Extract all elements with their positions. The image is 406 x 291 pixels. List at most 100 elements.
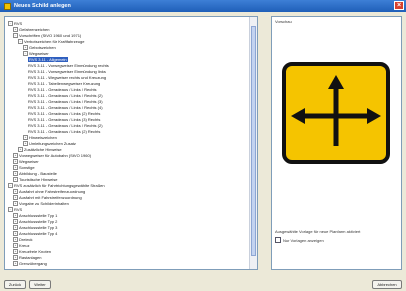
show-templates-checkbox[interactable]: [275, 237, 281, 243]
show-templates-option[interactable]: Nur Vorlagen anzeigen: [275, 237, 324, 243]
expand-icon[interactable]: +: [13, 213, 18, 218]
tree-item[interactable]: + Gebotszeichen: [23, 45, 56, 50]
tree-item[interactable]: RVS 3.11 - Geradeaus / Links (3) Rechts: [28, 117, 100, 122]
tree-item[interactable]: RVS 3.11 - Tabellenwegweiser Kreuzung: [28, 81, 100, 86]
tree-item[interactable]: + Touristische Hinweise: [13, 177, 57, 182]
expand-icon[interactable]: +: [13, 195, 18, 200]
tree-item[interactable]: RVS 3.11 - Geradeaus / Links (2) Rechts: [28, 111, 100, 116]
tree-scrollbar[interactable]: [249, 17, 257, 269]
tree-item-label: Anschlussstelle Typ 1: [19, 213, 58, 218]
tree-item-label: RVS 3.11 - Geradeaus / Links / Rechts (2…: [28, 123, 103, 128]
template-tree[interactable]: − RVS + Gefahrenzeichen − Vorschriften (StVO …: [4, 16, 258, 270]
tree-item[interactable]: RVS 3.11 - Geradeaus / Links / Rechts (3…: [28, 99, 103, 104]
expand-icon[interactable]: +: [18, 147, 23, 152]
tree-item[interactable]: + Sonstige: [13, 165, 35, 170]
expand-icon[interactable]: +: [13, 219, 18, 224]
expand-icon[interactable]: +: [13, 255, 18, 260]
expand-icon[interactable]: +: [13, 231, 18, 236]
tree-item[interactable]: + Zusätzliche Hinweise: [18, 147, 62, 152]
tree-item[interactable]: + Anschlussstelle Typ 2: [13, 219, 57, 224]
expand-icon[interactable]: +: [13, 177, 18, 182]
tree-item[interactable]: + Kreuzfreie Knoten: [13, 249, 51, 254]
tree-item[interactable]: RVS 3.11 - Wegweiser rechts und Kreuzung: [28, 75, 106, 80]
close-button[interactable]: ×: [394, 1, 404, 10]
expand-icon[interactable]: +: [13, 237, 18, 242]
tree-item-label: RVS 3.11 - Vorwegweiser Einmündung recht…: [28, 63, 109, 68]
tree-item[interactable]: + Dreieck: [13, 237, 33, 242]
tree-item[interactable]: + Ausfahrt mit Fahrstreifenzuordnung: [13, 195, 82, 200]
expand-icon[interactable]: +: [13, 243, 18, 248]
collapse-icon[interactable]: −: [8, 21, 13, 26]
expand-icon[interactable]: +: [23, 45, 28, 50]
expand-icon[interactable]: +: [13, 165, 18, 170]
expand-icon[interactable]: +: [23, 141, 28, 146]
tree-item[interactable]: RVS 3.11 - Vorwegweiser Einmündung links: [28, 69, 106, 74]
tree-item[interactable]: − RVS: [8, 21, 22, 26]
tree-item[interactable]: RVS 3.11 - Vorwegweiser Einmündung recht…: [28, 63, 109, 68]
tree-item-label: RVS 3.11 - Geradeaus / Links (2) Rechts: [28, 129, 101, 134]
tree-item[interactable]: RVS 3.11 - Geradeaus / Links / Rechts (2…: [28, 93, 103, 98]
expand-icon[interactable]: +: [13, 171, 18, 176]
tree-item-label: Wegweiser: [19, 159, 39, 164]
collapse-icon[interactable]: −: [8, 207, 13, 212]
tree-item-label: Gebotszeichen: [29, 45, 56, 50]
tree-item-label: Kreuzfreie Knoten: [19, 249, 52, 254]
tree-item-label: Ausfahrt ohne Fahrstreifenzuordnung: [19, 189, 86, 194]
expand-icon[interactable]: +: [13, 261, 18, 266]
tree-item-label: RVS 3.11 - Geradeaus / Links / Rechts (3…: [28, 99, 103, 104]
tree-item[interactable]: − Wegweiser: [23, 51, 49, 56]
tree-item[interactable]: − RVS zusätzlich für Fahrtrichtungsgewähl…: [8, 183, 105, 188]
expand-icon[interactable]: +: [13, 225, 18, 230]
preview-pane: Vorschau Ausgewählte Vorlage für neue Pl…: [271, 16, 402, 270]
tree-item[interactable]: + Wegweiser: [13, 159, 39, 164]
collapse-icon[interactable]: −: [8, 183, 13, 188]
tree-item[interactable]: RVS 3.11 - Allgemein: [28, 57, 68, 62]
tree-item[interactable]: + Vorwegweiser für Autobahn (StVO 1960): [13, 153, 91, 158]
cancel-button[interactable]: Abbrechen: [372, 280, 402, 289]
tree-item[interactable]: + Hinweiszeichen: [23, 135, 57, 140]
scrollbar-thumb[interactable]: [251, 26, 256, 256]
tree-item[interactable]: RVS 3.11 - Geradeaus / Links / Rechts (4…: [28, 105, 103, 110]
expand-icon[interactable]: +: [13, 249, 18, 254]
tree-item[interactable]: RVS 3.11 - Geradeaus / Links / Rechts (2…: [28, 123, 103, 128]
tree-item-label: RVS 3.11 - Geradeaus / Links (2) Rechts: [28, 111, 101, 116]
tree-item-label: Zusätzliche Hinweise: [24, 147, 62, 152]
expand-icon[interactable]: +: [13, 27, 18, 32]
preview-title: Vorschau: [275, 19, 292, 24]
tree-item[interactable]: RVS 3.11 - Geradeaus / Links (2) Rechts: [28, 129, 100, 134]
tree-item[interactable]: − Verbotszeichen für Kraftfahrzeuge: [18, 39, 84, 44]
tree-item[interactable]: + Grenzübergang: [13, 261, 47, 266]
tree-item[interactable]: + Kreuz: [13, 243, 29, 248]
tree-item-label: RVS: [14, 21, 23, 26]
next-button[interactable]: Weiter: [29, 280, 51, 289]
tree-item-label: Anschlussstelle Typ 2: [19, 219, 58, 224]
tree-item[interactable]: RVS 3.11 - Geradeaus / Links / Rechts: [28, 87, 97, 92]
expand-icon[interactable]: +: [13, 159, 18, 164]
tree-item-label: Vorgabe zu Schilderinhalten: [19, 201, 69, 206]
tree-item[interactable]: + Anschlussstelle Typ 1: [13, 213, 57, 218]
expand-icon[interactable]: +: [23, 135, 28, 140]
tree-item[interactable]: + Ausfahrt ohne Fahrstreifenzuordnung: [13, 189, 85, 194]
tree-item[interactable]: − Vorschriften (StVO 1960 und 1971): [13, 33, 81, 38]
tree-item-label: Verbotszeichen für Kraftfahrzeuge: [24, 39, 85, 44]
expand-icon[interactable]: +: [13, 189, 18, 194]
tree-item-label: Vorschriften (StVO 1960 und 1971): [19, 33, 82, 38]
tree-item[interactable]: + Vorgabe zu Schilderinhalten: [13, 201, 69, 206]
tree-item[interactable]: + Umleitungszeichen Zusatz: [23, 141, 76, 146]
collapse-icon[interactable]: −: [23, 51, 28, 56]
tree-item[interactable]: + Abbildung - Baustelle: [13, 171, 57, 176]
collapse-icon[interactable]: −: [18, 39, 23, 44]
expand-icon[interactable]: +: [13, 201, 18, 206]
tree-item-label: RVS 3.11 - Geradeaus / Links (3) Rechts: [28, 117, 101, 122]
preview-caption: Ausgewählte Vorlage für neue Planfarm ak…: [275, 229, 361, 234]
tree-item[interactable]: + Anschlussstelle Typ 4: [13, 231, 57, 236]
tree-item[interactable]: + Anschlussstelle Typ 3: [13, 225, 57, 230]
collapse-icon[interactable]: −: [13, 33, 18, 38]
tree-item[interactable]: + Gefahrenzeichen: [13, 27, 49, 32]
window-title: Neues Schild anlegen: [14, 3, 71, 9]
tree-item[interactable]: + Rastanlagen: [13, 255, 41, 260]
dialog-body: − RVS + Gefahrenzeichen − Vorschriften (StVO …: [0, 12, 406, 291]
tree-item[interactable]: − RVS: [8, 207, 22, 212]
expand-icon[interactable]: +: [13, 153, 18, 158]
back-button[interactable]: Zurück: [4, 280, 26, 289]
